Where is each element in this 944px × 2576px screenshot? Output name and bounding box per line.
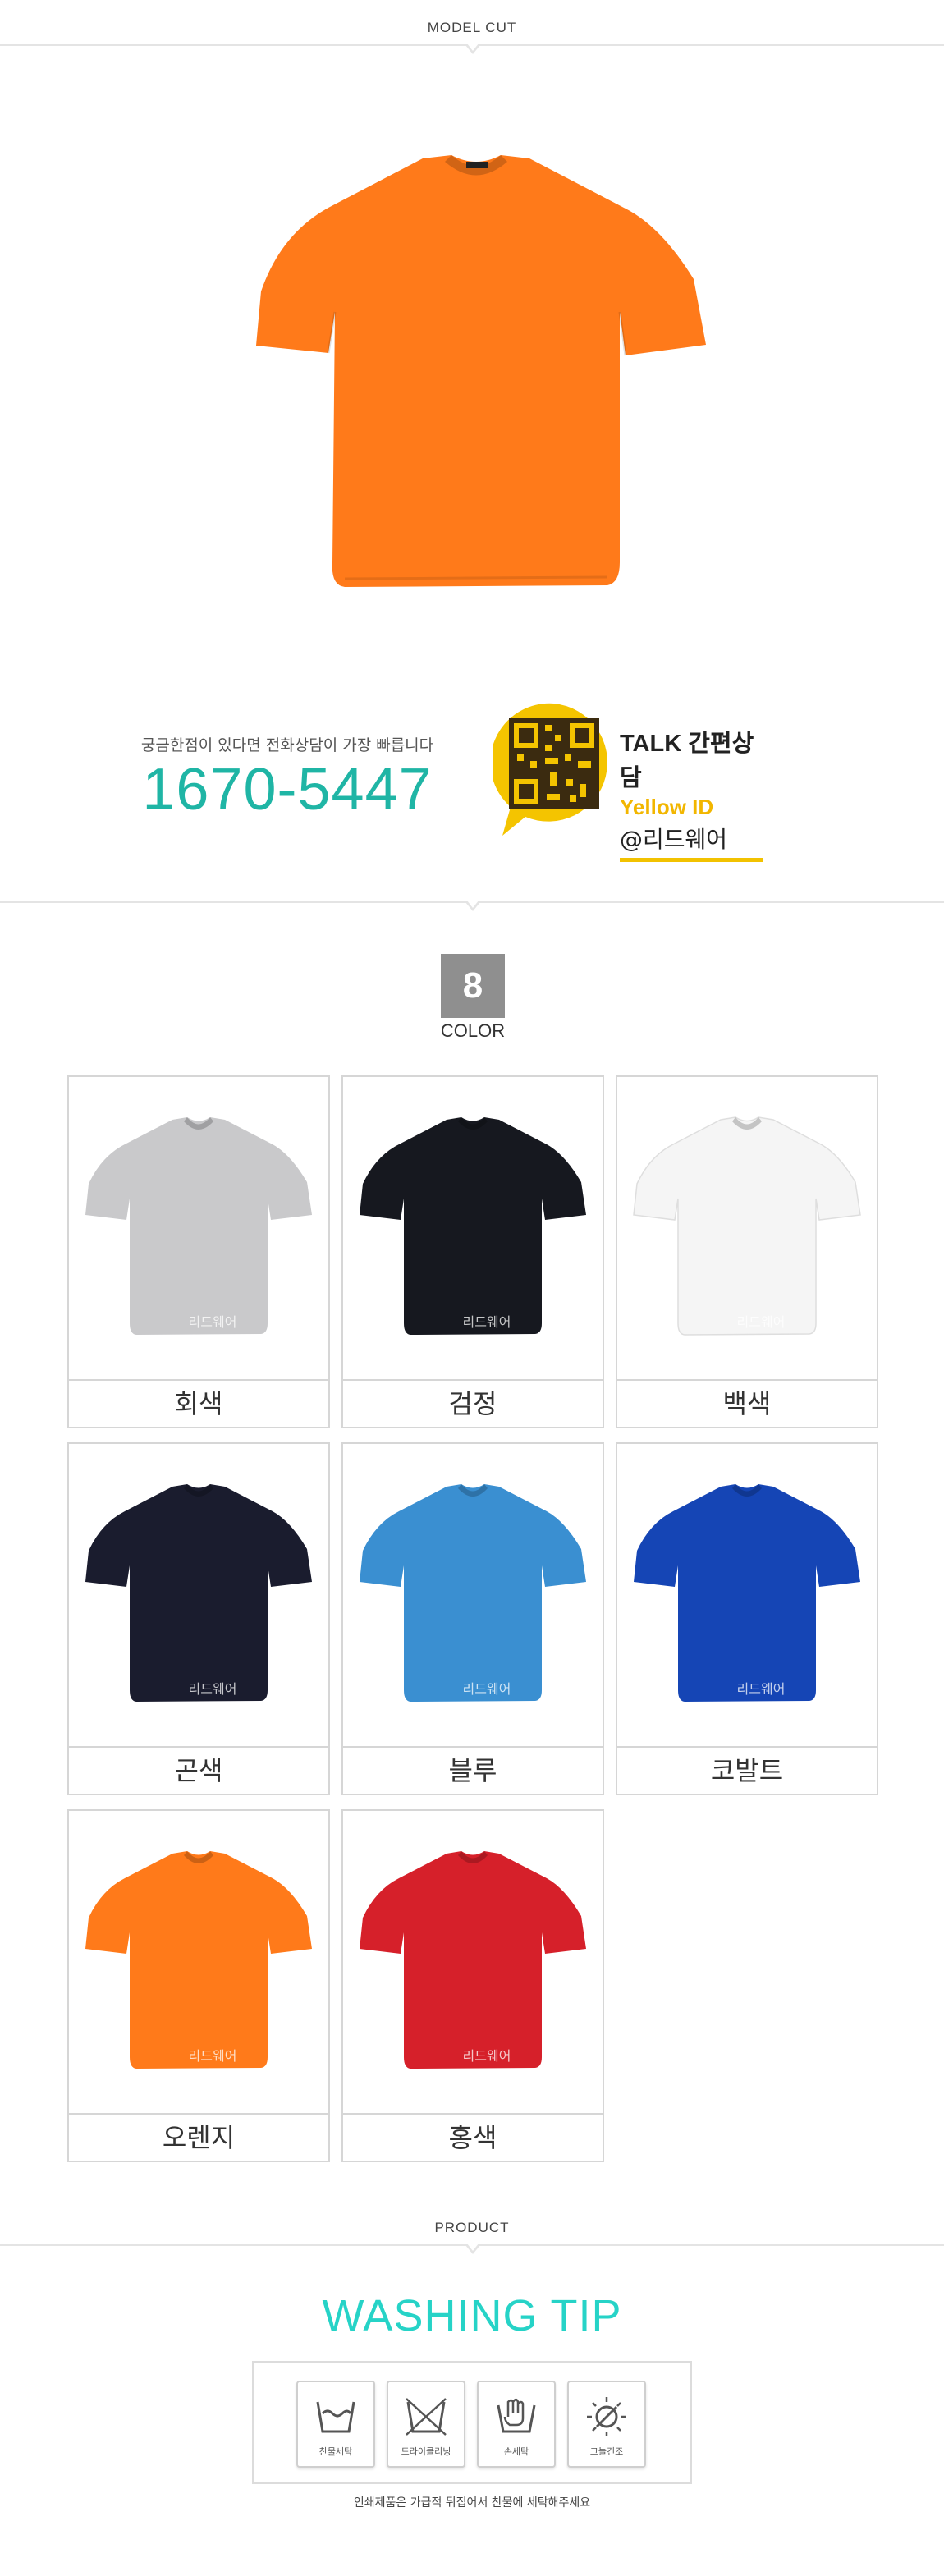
shirt-shape <box>85 1117 312 1335</box>
watermark-text: 리드웨어 <box>189 1314 237 1330</box>
product-detail-page: MODEL CUT 궁금한점이 있다면 전화상담이 가장 빠릅니다 1670-5… <box>0 0 944 2576</box>
shade-dry-icon <box>587 2397 626 2436</box>
color-count-badge: 8 <box>441 954 505 1018</box>
shirt-shape <box>360 1484 586 1702</box>
color-card[interactable]: 리드웨어코발트 <box>616 1442 878 1795</box>
watermark-text: 리드웨어 <box>737 1314 786 1330</box>
shirt-thumbnail: 리드웨어 <box>85 1117 312 1335</box>
cold-water-wash-icon <box>316 2401 355 2433</box>
color-name: 블루 <box>343 1746 603 1794</box>
product-label: PRODUCT <box>434 2220 510 2235</box>
shirt-thumbnail: 리드웨어 <box>360 1484 586 1702</box>
wash-item-label: 찬물세탁 <box>318 2446 353 2457</box>
color-card[interactable]: 리드웨어오렌지 <box>67 1809 330 2162</box>
wash-item-cold-water: 찬물세탁 <box>296 2381 375 2468</box>
watermark-text: 리드웨어 <box>737 1681 786 1697</box>
shirt-shape <box>360 1851 586 2069</box>
washing-tip-title: WASHING TIP <box>322 2291 622 2340</box>
watermark-text: 리드웨어 <box>463 1314 511 1330</box>
watermark-text: 리드웨어 <box>189 1681 237 1697</box>
color-card[interactable]: 리드웨어블루 <box>341 1442 604 1795</box>
contact-phone-block: 궁금한점이 있다면 전화상담이 가장 빠릅니다 1670-5447 <box>123 733 451 819</box>
model-cut-header: MODEL CUT <box>0 0 944 54</box>
product-header: PRODUCT <box>0 2200 944 2254</box>
shirt-thumbnail: 리드웨어 <box>634 1484 860 1702</box>
color-section-divider <box>0 857 944 911</box>
shirt-thumbnail: 리드웨어 <box>633 1116 861 1336</box>
wash-item-label: 그늘건조 <box>589 2446 624 2457</box>
wash-item-hand-wash: 손세탁 <box>477 2381 556 2468</box>
shirt-shape <box>85 1851 312 2069</box>
kakao-talk-block[interactable]: TALK 간편상담 Yellow ID @리드웨어 <box>620 724 768 862</box>
color-card[interactable]: 리드웨어회색 <box>67 1075 330 1428</box>
wash-item-shade-dry: 그늘건조 <box>567 2381 646 2468</box>
hero-shirt-image <box>256 155 706 587</box>
wash-item-label: 손세탁 <box>503 2446 529 2457</box>
color-name: 코발트 <box>617 1746 877 1794</box>
wash-item-label: 드라이클리닝 <box>401 2446 451 2457</box>
contact-question: 궁금한점이 있다면 전화상담이 가장 빠릅니다 <box>140 736 434 754</box>
shirt-shape <box>85 1484 312 1702</box>
color-card[interactable]: 리드웨어홍색 <box>341 1809 604 2162</box>
shirt-thumbnail: 리드웨어 <box>85 1484 312 1702</box>
dry-clean-icon <box>406 2398 447 2436</box>
phone-number[interactable]: 1670-5447 <box>123 760 451 819</box>
color-name: 곤색 <box>69 1746 328 1794</box>
shirt-thumbnail: 리드웨어 <box>360 1117 586 1335</box>
color-label: COLOR <box>440 1020 506 1041</box>
color-name: 검정 <box>343 1379 603 1427</box>
yellow-id-label: Yellow ID <box>620 795 714 819</box>
shirt-shape <box>633 1116 861 1336</box>
shirt-shape <box>360 1117 586 1335</box>
color-name: 백색 <box>617 1379 877 1427</box>
shirt-thumbnail: 리드웨어 <box>360 1851 586 2069</box>
watermark-text: 리드웨어 <box>189 2048 237 2064</box>
model-cut-label: MODEL CUT <box>427 20 517 35</box>
watermark-text: 리드웨어 <box>463 2048 511 2064</box>
watermark-text: 리드웨어 <box>463 1681 511 1697</box>
header-notch <box>465 44 480 54</box>
color-card[interactable]: 리드웨어곤색 <box>67 1442 330 1795</box>
wash-item-dry-clean: 드라이클리닝 <box>387 2381 465 2468</box>
talk-account: @리드웨어 <box>620 826 728 853</box>
product-notch <box>465 2244 480 2254</box>
color-name: 오렌지 <box>69 2113 328 2161</box>
color-name: 홍색 <box>343 2113 603 2161</box>
washing-tip-box: 찬물세탁 드라이클리닝 손세탁 그늘건조 <box>252 2361 692 2484</box>
color-name: 회색 <box>69 1379 328 1427</box>
qr-code-icon[interactable] <box>493 702 616 837</box>
divider-notch <box>465 901 480 911</box>
shirt-thumbnail: 리드웨어 <box>85 1851 312 2069</box>
washing-note: 인쇄제품은 가급적 뒤집어서 찬물에 세탁해주세요 <box>353 2496 591 2510</box>
color-card[interactable]: 리드웨어백색 <box>616 1075 878 1428</box>
color-card[interactable]: 리드웨어검정 <box>341 1075 604 1428</box>
hand-wash-icon <box>497 2398 536 2433</box>
shirt-shape <box>634 1484 860 1702</box>
talk-title: TALK 간편상담 <box>620 731 754 791</box>
